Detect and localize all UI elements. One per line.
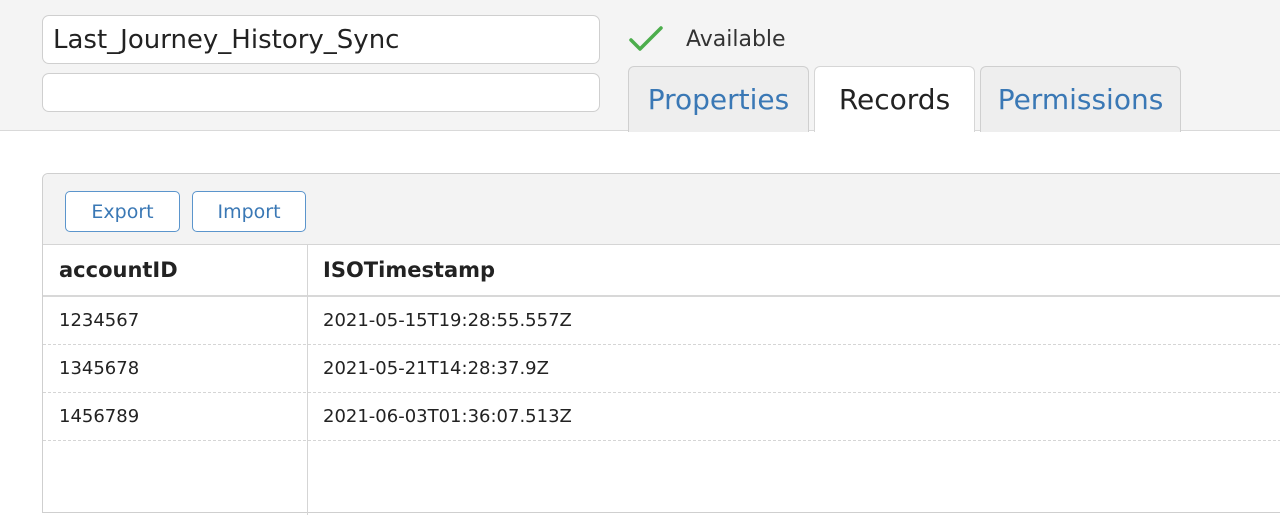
table-header-row: accountID ISOTimestamp	[43, 245, 1280, 297]
table-row[interactable]: 1345678 2021-05-21T14:28:37.9Z	[43, 345, 1280, 393]
column-header-accountid[interactable]: accountID	[43, 258, 307, 282]
table-cell: 2021-05-21T14:28:37.9Z	[323, 358, 549, 379]
records-table: accountID ISOTimestamp 1234567 2021-05-1…	[43, 245, 1280, 515]
name-input[interactable]	[42, 15, 600, 64]
tab-permissions[interactable]: Permissions	[980, 66, 1181, 132]
status-text: Available	[686, 26, 786, 52]
table-cell: 1345678	[59, 358, 140, 379]
records-toolbar: Export Import	[43, 174, 1280, 245]
check-icon	[628, 25, 664, 53]
records-panel: Export Import accountID ISOTimestamp 123…	[42, 173, 1280, 515]
table-row[interactable]: 1456789 2021-06-03T01:36:07.513Z	[43, 393, 1280, 441]
column-divider[interactable]	[307, 245, 308, 515]
table-cell: 1234567	[59, 310, 140, 331]
status-indicator: Available	[628, 22, 786, 56]
table-row[interactable]: 1234567 2021-05-15T19:28:55.557Z	[43, 297, 1280, 345]
export-button[interactable]: Export	[65, 191, 180, 232]
description-input[interactable]	[42, 73, 600, 112]
tab-properties[interactable]: Properties	[628, 66, 809, 132]
import-button[interactable]: Import	[192, 191, 306, 232]
tab-records[interactable]: Records	[814, 66, 975, 132]
column-header-isotimestamp[interactable]: ISOTimestamp	[307, 258, 1280, 282]
header-bar: Available Properties Records Permissions	[0, 0, 1280, 132]
table-cell: 2021-06-03T01:36:07.513Z	[323, 406, 572, 427]
table-cell: 2021-05-15T19:28:55.557Z	[323, 310, 572, 331]
table-cell: 1456789	[59, 406, 140, 427]
